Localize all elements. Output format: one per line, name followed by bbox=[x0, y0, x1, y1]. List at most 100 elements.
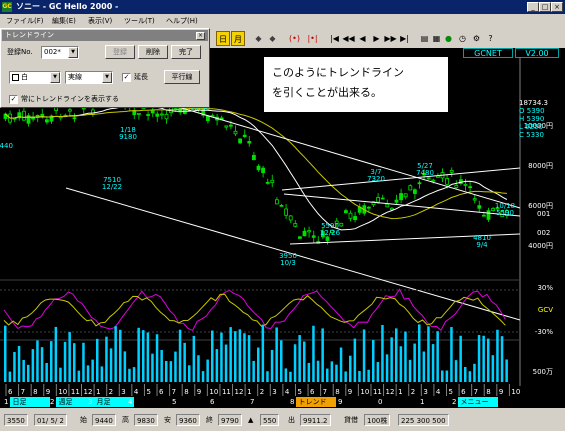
price-annotation: 2440 bbox=[0, 142, 13, 150]
volume-bar bbox=[454, 360, 458, 382]
arrow-right-icon[interactable]: ◆ bbox=[266, 31, 279, 46]
candle-body bbox=[288, 215, 293, 221]
candle-body bbox=[426, 177, 431, 180]
x-tick-label: 4 bbox=[134, 388, 139, 396]
y-tick-label: 4000円 bbox=[528, 242, 553, 250]
volume-bar bbox=[376, 362, 380, 382]
arrow-left-icon[interactable]: ◆ bbox=[252, 31, 265, 46]
change-value: 550 bbox=[260, 414, 280, 426]
volume-bar bbox=[257, 347, 260, 382]
candle-body bbox=[31, 117, 36, 120]
fkey-1[interactable]: 1 日足 bbox=[4, 397, 51, 407]
x-tick-label: 6 bbox=[8, 388, 13, 396]
volume-bar bbox=[238, 329, 242, 382]
minimize-button[interactable]: _ bbox=[527, 2, 539, 12]
x-tick-label: 7 bbox=[474, 388, 478, 396]
color-select[interactable]: 白 ▼ bbox=[9, 71, 61, 84]
range-out-icon[interactable]: |•| bbox=[306, 31, 319, 46]
volume-bar bbox=[243, 333, 246, 382]
register-button[interactable]: 登録 bbox=[105, 45, 135, 59]
next-fast-icon[interactable]: ▶▶ bbox=[384, 31, 397, 46]
color-swatch bbox=[12, 73, 19, 81]
maximize-button[interactable]: □ bbox=[539, 2, 551, 12]
menu-edit[interactable]: 編集(E) bbox=[52, 16, 76, 26]
x-tick-label: 2 bbox=[109, 388, 113, 396]
reg-no-select[interactable]: 002* ▼ bbox=[41, 46, 79, 59]
prev-icon[interactable]: ◀ bbox=[356, 31, 369, 46]
x-tick-label: 9 bbox=[348, 388, 352, 396]
close-button[interactable]: × bbox=[551, 2, 563, 12]
volume-value: 18734.3 bbox=[519, 99, 548, 107]
volume-bar bbox=[344, 371, 347, 382]
volume-bar bbox=[27, 364, 30, 382]
extend-checkbox[interactable]: ✓ bbox=[122, 73, 131, 82]
volume-bar bbox=[326, 368, 329, 382]
always-show-label: 常にトレンドラインを表示する bbox=[21, 95, 119, 103]
volume-bar bbox=[4, 325, 7, 382]
next-icon[interactable]: ▶ bbox=[370, 31, 383, 46]
window-title: ソニー - GC Hello 2000 - bbox=[16, 2, 119, 11]
menu-view[interactable]: 表示(V) bbox=[88, 16, 112, 26]
volume-bar bbox=[174, 351, 177, 382]
volume-bar bbox=[372, 339, 375, 382]
range-in-icon[interactable]: (•) bbox=[288, 31, 301, 46]
dialog-close-button[interactable]: × bbox=[196, 32, 205, 40]
fkey-10[interactable]: 0 bbox=[378, 397, 424, 407]
always-show-checkbox[interactable]: ✓ bbox=[9, 95, 18, 104]
x-tick-label: 4 bbox=[285, 388, 290, 396]
setup-icon[interactable]: ⚙ bbox=[470, 31, 483, 46]
x-tick-label: 8 bbox=[33, 388, 37, 396]
volume-bar bbox=[464, 366, 467, 382]
last-icon[interactable]: ▶| bbox=[398, 31, 411, 46]
delete-button[interactable]: 削除 bbox=[138, 45, 168, 59]
candle-body bbox=[72, 117, 77, 120]
globe-icon[interactable]: ● bbox=[442, 31, 455, 46]
fkey-4[interactable]: 4 bbox=[128, 397, 174, 407]
change-sign-icon: ▲ bbox=[248, 416, 254, 424]
parallel-line-button[interactable]: 平行線 bbox=[164, 70, 200, 84]
volume-bar bbox=[160, 349, 163, 382]
volume-bar bbox=[132, 367, 136, 382]
date-annotation: 10/3 bbox=[280, 259, 296, 267]
menu-file[interactable]: ファイル(F) bbox=[6, 16, 44, 26]
volume-bar bbox=[418, 324, 421, 382]
x-tick-label: 8 bbox=[486, 388, 490, 396]
callout-note: このようにトレンドライン を引くことが出来る。 bbox=[263, 56, 449, 113]
candle-body bbox=[274, 199, 279, 205]
x-tick-label: 12 bbox=[84, 388, 93, 396]
x-tick-label: 9 bbox=[499, 388, 503, 396]
volume-bar bbox=[142, 330, 145, 382]
volume-bar bbox=[312, 325, 315, 382]
done-button[interactable]: 完了 bbox=[171, 45, 201, 59]
volume-bar bbox=[229, 327, 232, 382]
first-icon[interactable]: |◀ bbox=[328, 31, 341, 46]
fkey-8[interactable]: 8 トレンド bbox=[290, 397, 337, 407]
volume-bar bbox=[261, 324, 265, 382]
volume-bar bbox=[445, 370, 449, 382]
volume-bar bbox=[395, 328, 398, 382]
x-tick-label: 5 bbox=[448, 388, 452, 396]
chevron-down-icon: ▼ bbox=[50, 72, 60, 83]
callout-line-2: を引くことが出来る。 bbox=[272, 86, 382, 99]
volume-bar bbox=[385, 354, 389, 382]
candle-body bbox=[284, 208, 289, 216]
prev-fast-icon[interactable]: ◀◀ bbox=[342, 31, 355, 46]
candle-body bbox=[247, 141, 252, 144]
menu-help[interactable]: ヘルプ(H) bbox=[166, 16, 198, 26]
fkey-number: 7 bbox=[250, 398, 255, 406]
day-chart-button[interactable]: 日 bbox=[216, 31, 230, 46]
volume-bar bbox=[22, 360, 25, 382]
volume-bar bbox=[63, 341, 67, 382]
fkey-12[interactable]: 2 メニュー bbox=[452, 397, 499, 407]
volume-bar bbox=[146, 332, 150, 382]
volume-bar bbox=[473, 363, 476, 382]
line-style-select[interactable]: 実線 ▼ bbox=[65, 71, 113, 84]
volume-bar bbox=[86, 365, 90, 382]
month-chart-button[interactable]: 月 bbox=[231, 31, 245, 46]
menu-tools[interactable]: ツール(T) bbox=[124, 16, 155, 26]
volume-bar bbox=[335, 364, 338, 382]
help-icon[interactable]: ? bbox=[484, 31, 497, 46]
x-tick-label: 9 bbox=[197, 388, 201, 396]
volume-bar bbox=[431, 344, 435, 382]
clock-icon[interactable]: ◷ bbox=[456, 31, 469, 46]
